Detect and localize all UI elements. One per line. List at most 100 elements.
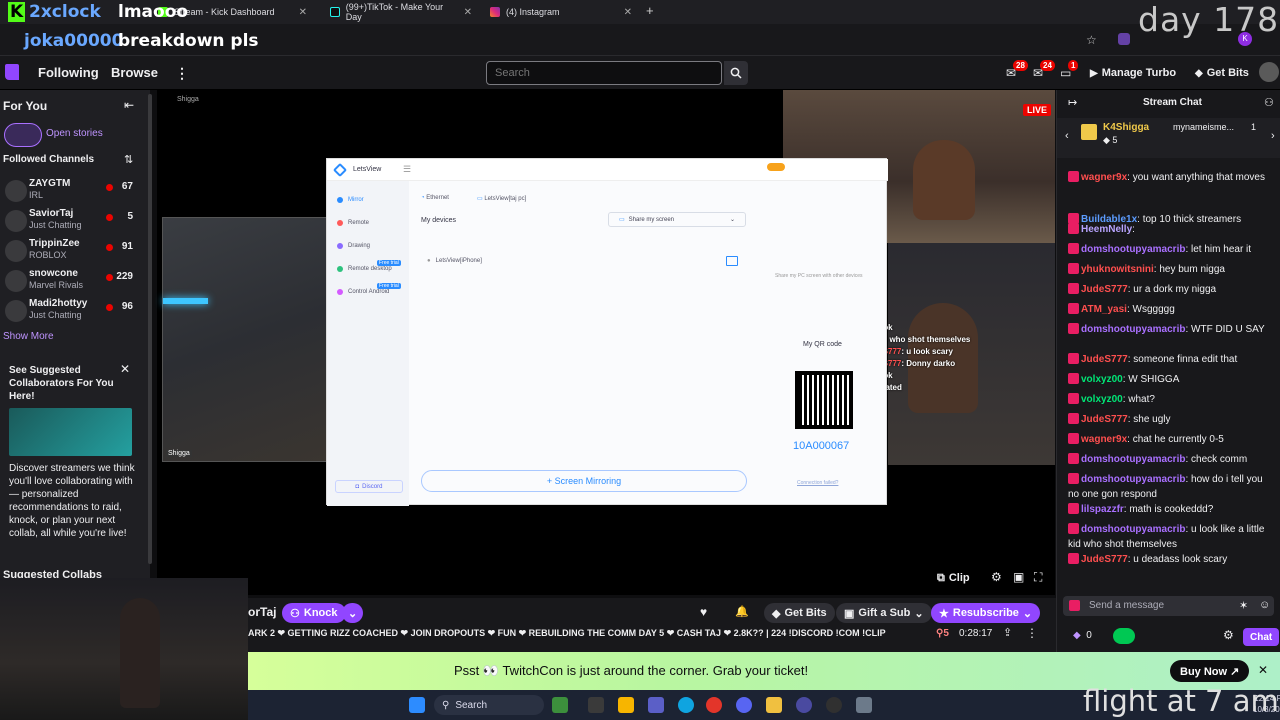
chat-username[interactable]: wagner9x bbox=[1081, 172, 1127, 183]
task-view-icon[interactable] bbox=[588, 697, 604, 713]
chat-username[interactable]: JudeS777 bbox=[1081, 354, 1128, 365]
nav-following[interactable]: Following bbox=[38, 65, 99, 80]
chat-username[interactable]: domshootupyamacrib bbox=[1081, 244, 1185, 255]
chat-input[interactable]: Send a message ✶ ☺ bbox=[1063, 596, 1274, 616]
screen-mirroring-button[interactable]: + Screen Mirroring bbox=[421, 470, 747, 492]
chat-username[interactable]: wagner9x bbox=[1081, 434, 1127, 445]
tab-instagram[interactable]: (4) Instagram ✕ bbox=[482, 2, 640, 22]
bell-icon[interactable]: 🔔 bbox=[735, 605, 749, 618]
chrome-icon[interactable] bbox=[706, 697, 722, 713]
community-icon[interactable]: ⚇ bbox=[1264, 96, 1274, 109]
twitch-logo-icon[interactable] bbox=[5, 64, 19, 80]
copilot-icon[interactable] bbox=[618, 697, 634, 713]
taskbar-search[interactable]: ⚲ Search bbox=[434, 695, 544, 715]
sidebar-channel-saviortaj[interactable]: SaviorTaj Just Chatting 5 bbox=[3, 208, 143, 238]
search-input[interactable] bbox=[486, 61, 722, 85]
knock-dropdown-icon[interactable]: ⌄ bbox=[342, 603, 364, 623]
chat-settings-icon[interactable]: ⚙ bbox=[1223, 628, 1234, 642]
sidebar-scrollbar[interactable] bbox=[148, 94, 152, 564]
vip-icon[interactable] bbox=[767, 163, 785, 171]
hamburger-icon[interactable]: ☰ bbox=[403, 164, 411, 175]
resubscribe-button[interactable]: ★ Resubscribe ⌄ bbox=[931, 603, 1041, 623]
user-avatar[interactable] bbox=[1259, 62, 1279, 82]
connection-failed-link[interactable]: Connection failed? bbox=[797, 480, 838, 486]
chat-username[interactable]: JudeS777 bbox=[1081, 414, 1128, 425]
chat-username[interactable]: yhuknowitsnini bbox=[1081, 264, 1154, 275]
chat-username[interactable]: ATM_yasi bbox=[1081, 304, 1127, 315]
collapse-sidebar-icon[interactable]: ⇤ bbox=[124, 98, 134, 112]
file-explorer-icon[interactable] bbox=[766, 697, 782, 713]
fullscreen-icon[interactable]: ⛶ bbox=[1034, 570, 1042, 585]
chat-username[interactable]: lilspazzfr bbox=[1081, 504, 1124, 515]
search-button[interactable] bbox=[724, 61, 748, 85]
channel-points[interactable]: ◆ 0 bbox=[1073, 630, 1092, 641]
more-options-icon[interactable]: ⋮ bbox=[1026, 626, 1038, 640]
nav-browse[interactable]: Browse bbox=[111, 65, 158, 80]
twitch-extension-icon[interactable] bbox=[1118, 33, 1130, 45]
star-icon[interactable]: ☆ bbox=[1086, 33, 1097, 47]
discord-icon[interactable] bbox=[736, 697, 752, 713]
chevron-right-icon[interactable]: › bbox=[1271, 130, 1275, 142]
sidebar-channel-madi2hottyy[interactable]: Madi2hottyy Just Chatting 96 bbox=[3, 298, 143, 328]
chat-username[interactable]: domshootupyamacrib bbox=[1081, 524, 1185, 535]
widget-icon[interactable] bbox=[552, 697, 568, 713]
tab-tiktok[interactable]: (99+)TikTok - Make Your Day ✕ bbox=[322, 2, 480, 22]
settings-gear-icon[interactable]: ⚙ bbox=[991, 570, 1002, 584]
chrome-profile-icon[interactable] bbox=[796, 697, 812, 713]
emote-icon[interactable]: ☺ bbox=[1259, 599, 1270, 611]
sidebar-channel-snowcone[interactable]: snowcone Marvel Rivals 229 bbox=[3, 268, 143, 298]
close-icon[interactable]: ✕ bbox=[464, 7, 472, 18]
letsview-menu-remote-desktop[interactable]: Remote desktop bbox=[337, 266, 392, 272]
device-list-item[interactable]: ● LetsView[iPhone] bbox=[427, 258, 482, 264]
chat-username[interactable]: volxyz00 bbox=[1081, 394, 1123, 405]
chevron-left-icon[interactable]: ‹ bbox=[1065, 130, 1069, 142]
get-bits-button[interactable]: ◆ Get Bits bbox=[764, 603, 835, 623]
clip-button[interactable]: ⧉ Clip bbox=[937, 568, 970, 588]
bits-cheer-icon[interactable]: ✶ bbox=[1239, 599, 1248, 612]
chat-send-button[interactable]: Chat bbox=[1243, 628, 1280, 646]
get-bits-button[interactable]: ◆ Get Bits bbox=[1195, 63, 1249, 83]
chat-username[interactable]: volxyz00 bbox=[1081, 374, 1123, 385]
heart-follow-icon[interactable]: ♥ bbox=[700, 605, 707, 619]
chat-username[interactable]: domshootupyamacrib bbox=[1081, 474, 1185, 485]
manage-turbo-button[interactable]: ▶ Manage Turbo bbox=[1090, 63, 1176, 83]
stories-avatar[interactable] bbox=[4, 123, 42, 147]
teams-icon[interactable] bbox=[648, 697, 664, 713]
channel-name[interactable]: orTaj bbox=[248, 605, 276, 619]
close-icon[interactable]: ✕ bbox=[120, 362, 130, 376]
letsview-menu-drawing[interactable]: Drawing bbox=[337, 243, 370, 249]
edge-icon[interactable] bbox=[678, 697, 694, 713]
close-icon[interactable]: ✕ bbox=[624, 7, 632, 18]
sidebar-channel-zaygtm[interactable]: ZAYGTM IRL 67 bbox=[3, 178, 143, 208]
theatre-mode-icon[interactable]: ▣ bbox=[1013, 570, 1024, 584]
windows-start-icon[interactable] bbox=[409, 697, 425, 713]
letsview-menu-remote[interactable]: Remote bbox=[337, 220, 369, 226]
share-screen-dropdown[interactable]: ▭ Share my screen ⌄ bbox=[608, 212, 746, 227]
close-icon[interactable]: ✕ bbox=[1258, 663, 1268, 677]
close-icon[interactable]: ✕ bbox=[299, 7, 307, 18]
chat-username[interactable]: domshootupyamacrib bbox=[1081, 324, 1185, 335]
settings-app-icon[interactable] bbox=[856, 697, 872, 713]
chat-username[interactable]: domshootupyamacrib bbox=[1081, 454, 1185, 465]
open-stories-link[interactable]: Open stories bbox=[46, 128, 103, 139]
chat-username[interactable]: JudeS777 bbox=[1081, 284, 1128, 295]
knock-button[interactable]: ⚇ Knock bbox=[282, 603, 346, 623]
chat-username[interactable]: HeemNelly bbox=[1081, 224, 1132, 235]
sort-icon[interactable]: ⇅ bbox=[124, 153, 133, 166]
collapse-chat-icon[interactable]: ↦ bbox=[1068, 96, 1077, 109]
share-icon[interactable]: ⇪ bbox=[1003, 626, 1012, 639]
new-tab-button[interactable]: + bbox=[646, 3, 654, 18]
more-menu-icon[interactable]: ⋮ bbox=[175, 65, 189, 82]
letsview-menu-mirror[interactable]: Mirror bbox=[337, 197, 364, 203]
obs-icon[interactable] bbox=[826, 697, 842, 713]
channel-points-claim-icon[interactable] bbox=[1113, 628, 1135, 644]
discord-button[interactable]: ◘ Discord bbox=[335, 480, 403, 493]
sidebar-channel-trippinzee[interactable]: TrippinZee ROBLOX 91 bbox=[3, 238, 143, 268]
gift-sub-button[interactable]: ▣ Gift a Sub ⌄ bbox=[836, 603, 932, 623]
chat-username[interactable]: JudeS777 bbox=[1081, 554, 1128, 565]
buy-now-button[interactable]: Buy Now ↗ bbox=[1170, 660, 1250, 682]
chat-badge-icon[interactable] bbox=[1069, 600, 1080, 611]
mirror-device-icon[interactable] bbox=[726, 256, 738, 266]
show-more-link[interactable]: Show More bbox=[3, 331, 54, 342]
letsview-menu-control-android[interactable]: Control Android bbox=[337, 289, 389, 295]
